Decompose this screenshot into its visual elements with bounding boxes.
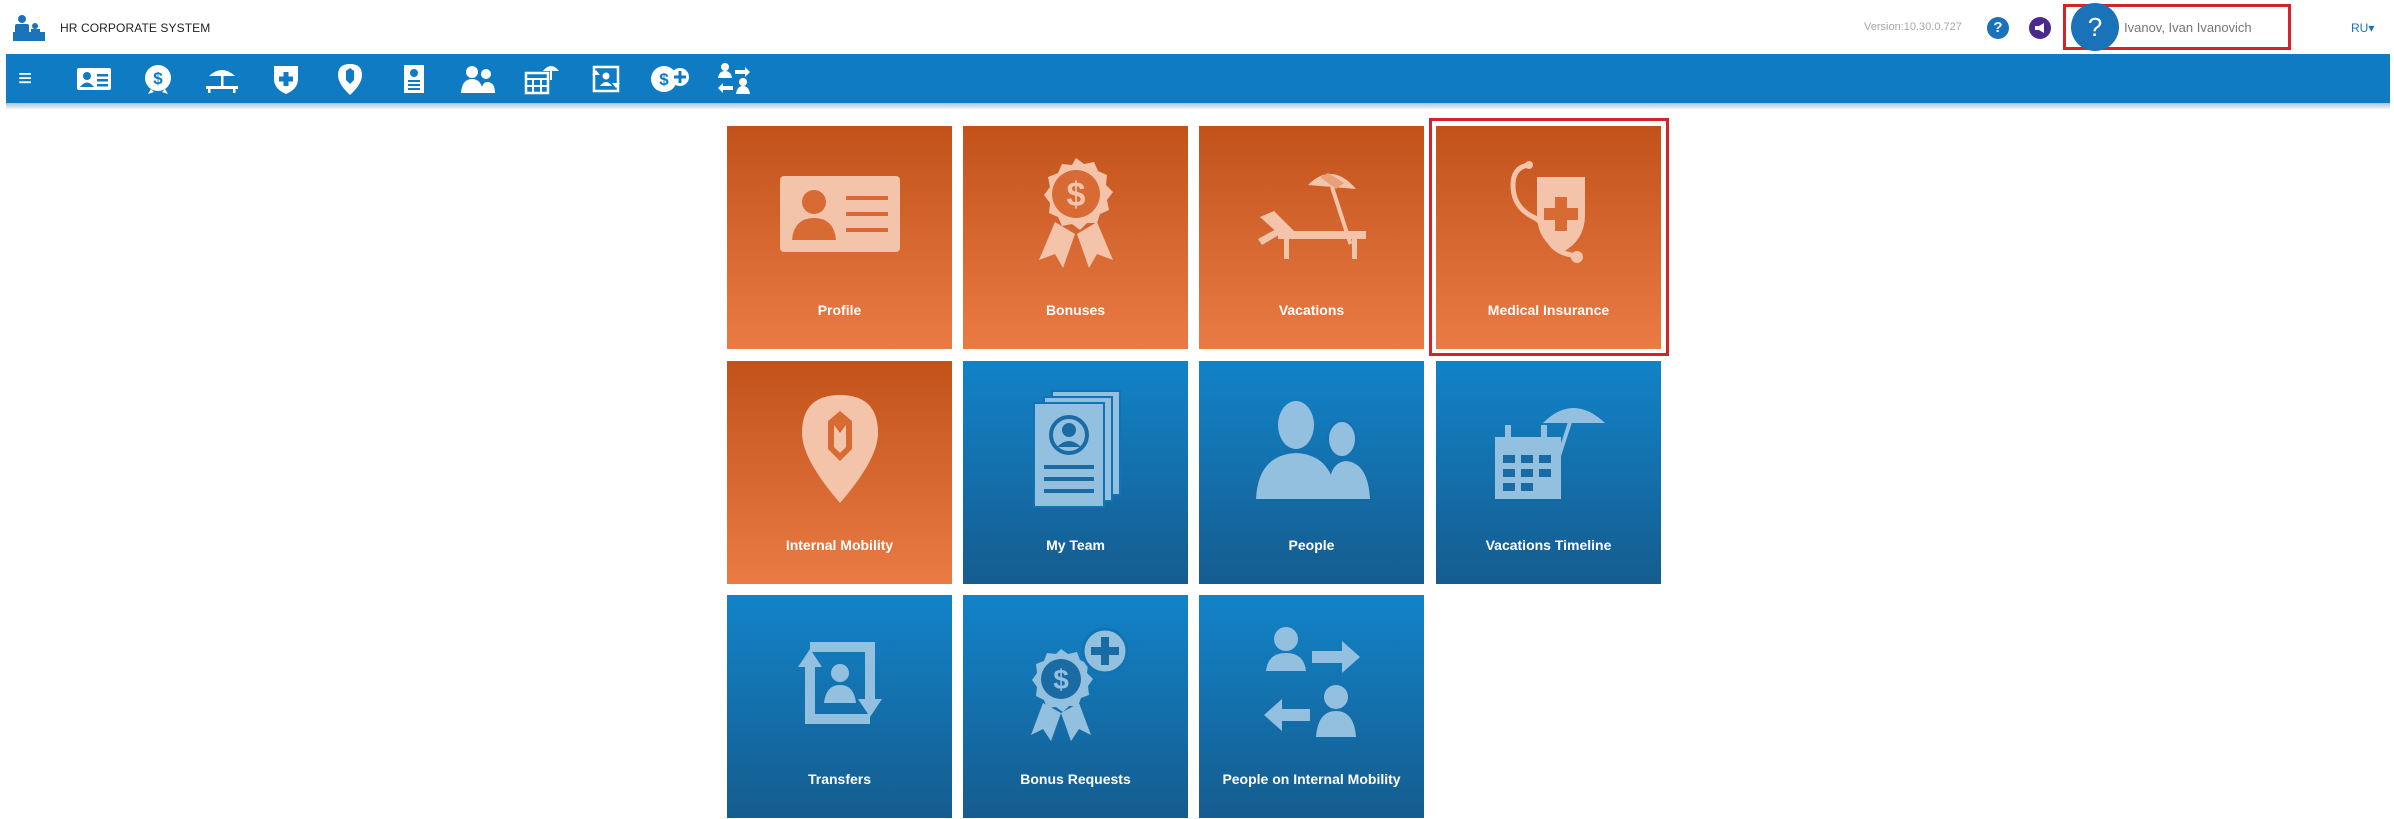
tile-my-team[interactable]: My Team	[963, 361, 1188, 584]
tile-label: People	[1288, 537, 1335, 553]
tile-bonuses[interactable]: $ Bonuses	[963, 126, 1188, 349]
people-arrows-icon	[1199, 623, 1424, 743]
nav-people-icon[interactable]	[456, 54, 500, 103]
tile-label: Vacations Timeline	[1485, 537, 1612, 553]
svg-text:$: $	[153, 69, 163, 88]
svg-text:$: $	[1066, 176, 1085, 214]
nav-transfers-icon[interactable]	[584, 54, 628, 103]
svg-text:$: $	[659, 70, 669, 89]
tile-label: Bonuses	[1045, 302, 1106, 318]
tile-label: My Team	[1046, 537, 1105, 553]
version-label: Version:10.30.0.727	[1864, 21, 1962, 33]
hr-logo-icon[interactable]	[13, 14, 45, 42]
tile-vacations[interactable]: Vacations	[1199, 126, 1424, 349]
tile-label: People on Internal Mobility	[1222, 771, 1401, 787]
id-card-icon	[727, 154, 952, 274]
nav-profile-icon[interactable]	[72, 54, 116, 103]
selected-tile-highlight	[1429, 118, 1669, 356]
top-header: HR CORPORATE SYSTEM Version:10.30.0.727 …	[0, 0, 2394, 54]
nav-bar-shadow	[6, 103, 2390, 109]
main-nav-bar: ≡ $ $	[6, 54, 2390, 103]
nav-medical-icon[interactable]	[264, 54, 308, 103]
location-pin-icon	[727, 389, 952, 509]
nav-vacations-icon[interactable]	[200, 54, 244, 103]
nav-bonuses-icon[interactable]: $	[136, 54, 180, 103]
nav-people-mobility-icon[interactable]	[712, 54, 756, 103]
tile-bonus-requests[interactable]: $ Bonus Requests	[963, 595, 1188, 818]
tile-profile[interactable]: Profile	[727, 126, 952, 349]
award-ribbon-icon: $	[963, 154, 1188, 274]
beach-chair-icon	[1199, 154, 1424, 274]
tile-internal-mobility[interactable]: Internal Mobility	[727, 361, 952, 584]
nav-mobility-icon[interactable]	[328, 54, 372, 103]
calendar-umbrella-icon	[1436, 389, 1661, 509]
transfer-arrows-icon	[727, 623, 952, 743]
hamburger-menu-icon[interactable]: ≡	[8, 54, 42, 103]
people-silhouette-icon	[1199, 389, 1424, 509]
tile-vacations-timeline[interactable]: Vacations Timeline	[1436, 361, 1661, 584]
announcement-icon[interactable]	[2029, 17, 2051, 39]
team-documents-icon	[963, 389, 1188, 509]
nav-vacations-timeline-icon[interactable]	[520, 54, 564, 103]
nav-bonus-requests-icon[interactable]: $	[648, 54, 692, 103]
tile-transfers[interactable]: Transfers	[727, 595, 952, 818]
tile-people-on-internal-mobility[interactable]: People on Internal Mobility	[1199, 595, 1424, 818]
language-selector[interactable]: RU▾	[2351, 21, 2374, 35]
app-title[interactable]: HR CORPORATE SYSTEM	[60, 21, 210, 35]
user-name[interactable]: Ivanov, Ivan Ivanovich	[2124, 20, 2252, 35]
award-plus-icon: $	[963, 623, 1188, 743]
nav-team-icon[interactable]	[392, 54, 436, 103]
tile-people[interactable]: People	[1199, 361, 1424, 584]
tile-label: Internal Mobility	[785, 537, 894, 553]
help-icon[interactable]: ?	[1987, 17, 2009, 39]
tile-label: Vacations	[1278, 302, 1345, 318]
svg-text:$: $	[1053, 664, 1069, 695]
user-help-icon[interactable]: ?	[2071, 3, 2119, 51]
tile-label: Profile	[817, 302, 862, 318]
tile-label: Bonus Requests	[1020, 771, 1131, 787]
tile-label: Transfers	[807, 771, 872, 787]
